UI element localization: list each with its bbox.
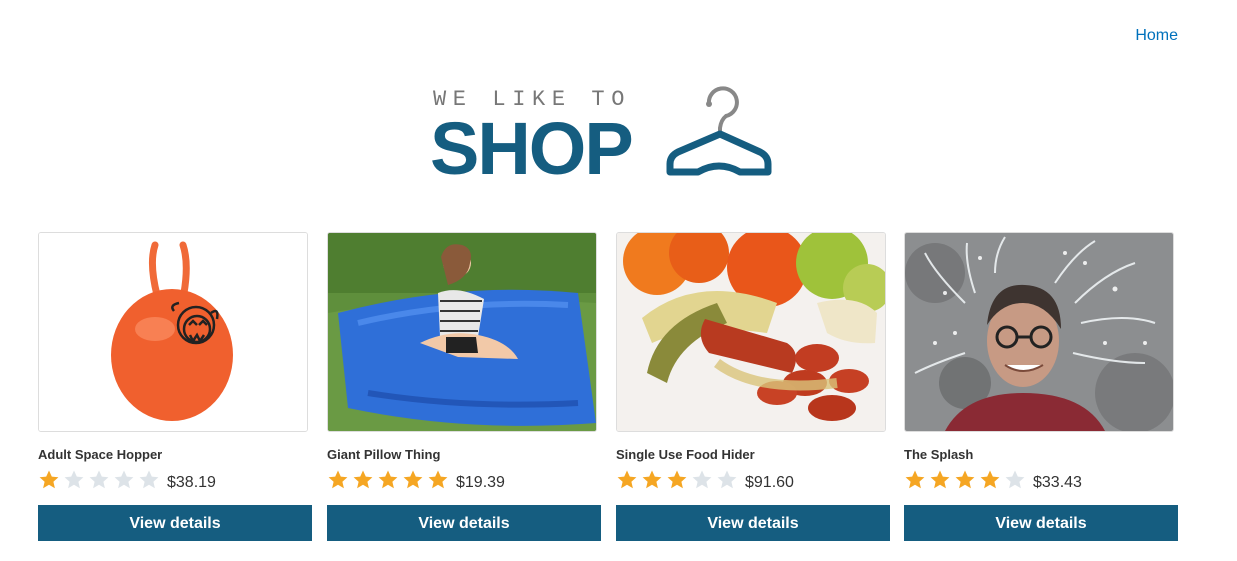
star-filled-icon <box>641 469 666 491</box>
space-hopper-image[interactable] <box>38 232 308 432</box>
site-logo[interactable]: WE LIKE TO SHOP <box>430 86 787 190</box>
hanger-icon <box>666 86 772 176</box>
view-details-button[interactable]: View details <box>327 505 601 541</box>
star-filled-icon <box>904 469 929 491</box>
product-name[interactable]: Giant Pillow Thing <box>327 447 601 463</box>
star-filled-icon <box>979 469 1004 491</box>
star-filled-icon <box>666 469 691 491</box>
product-price: $38.19 <box>167 473 216 491</box>
product-price: $19.39 <box>456 473 505 491</box>
star-rating: $91.60 <box>616 466 890 494</box>
star-filled-icon <box>929 469 954 491</box>
star-filled-icon <box>327 469 352 491</box>
star-empty-icon <box>716 469 741 491</box>
product-price: $33.43 <box>1033 473 1082 491</box>
star-rating: $33.43 <box>904 466 1178 494</box>
pillow-image[interactable] <box>327 232 597 432</box>
star-filled-icon <box>377 469 402 491</box>
star-empty-icon <box>691 469 716 491</box>
product-card: Giant Pillow Thing $19.39 View details <box>327 232 601 541</box>
top-nav: Home <box>1135 27 1178 45</box>
star-filled-icon <box>402 469 427 491</box>
star-rating: $19.39 <box>327 466 601 494</box>
star-empty-icon <box>63 469 88 491</box>
view-details-button[interactable]: View details <box>38 505 312 541</box>
star-rating: $38.19 <box>38 466 312 494</box>
home-link[interactable]: Home <box>1135 27 1178 44</box>
star-empty-icon <box>138 469 163 491</box>
view-details-button[interactable]: View details <box>904 505 1178 541</box>
view-details-button[interactable]: View details <box>616 505 890 541</box>
star-filled-icon <box>352 469 377 491</box>
star-filled-icon <box>427 469 452 491</box>
product-name[interactable]: Single Use Food Hider <box>616 447 890 463</box>
food-image[interactable] <box>616 232 886 432</box>
star-filled-icon <box>616 469 641 491</box>
product-name[interactable]: The Splash <box>904 447 1178 463</box>
product-name[interactable]: Adult Space Hopper <box>38 447 312 463</box>
product-card: Adult Space Hopper $38.19 View details <box>38 232 312 541</box>
star-empty-icon <box>88 469 113 491</box>
logo-word: SHOP <box>430 107 634 190</box>
star-empty-icon <box>1004 469 1029 491</box>
product-card: Single Use Food Hider $91.60 View detail… <box>616 232 890 541</box>
star-filled-icon <box>954 469 979 491</box>
product-card: The Splash $33.43 View details <box>904 232 1178 541</box>
star-filled-icon <box>38 469 63 491</box>
product-grid: Adult Space Hopper $38.19 View details G… <box>38 232 1178 542</box>
product-price: $91.60 <box>745 473 794 491</box>
splash-image[interactable] <box>904 232 1174 432</box>
star-empty-icon <box>113 469 138 491</box>
